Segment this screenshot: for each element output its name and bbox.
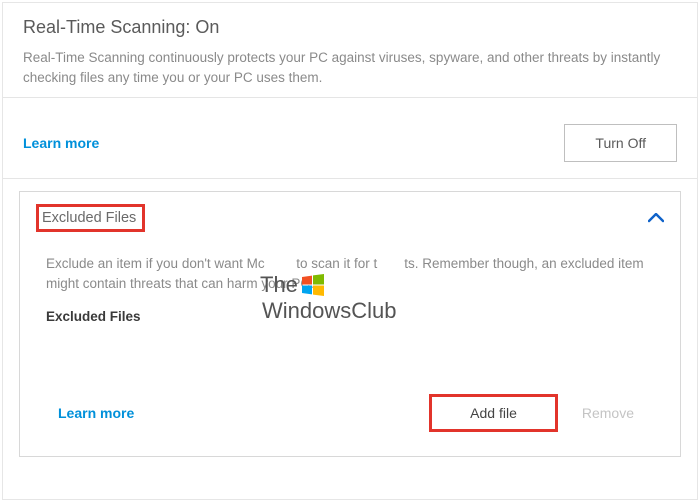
remove-button[interactable]: Remove xyxy=(582,405,634,421)
excluded-files-panel-body: Exclude an item if you don't want McAfee… xyxy=(20,244,680,456)
excluded-files-header-label: Excluded Files xyxy=(36,204,145,232)
excluded-files-list-label: Excluded Files xyxy=(46,309,654,324)
chevron-up-icon xyxy=(648,210,664,226)
excluded-files-description: Exclude an item if you don't want McAfee… xyxy=(46,254,654,293)
page-title: Real-Time Scanning: On xyxy=(23,17,677,38)
header-actions-row: Learn more Turn Off xyxy=(3,98,697,179)
page-description: Real-Time Scanning continuously protects… xyxy=(23,48,677,87)
turn-off-button[interactable]: Turn Off xyxy=(564,124,677,162)
settings-container: Real-Time Scanning: On Real-Time Scannin… xyxy=(2,2,698,500)
excluded-files-panel: Excluded Files Exclude an item if you do… xyxy=(19,191,681,457)
footer-right-group: Add file Remove xyxy=(429,394,634,432)
header-section: Real-Time Scanning: On Real-Time Scannin… xyxy=(3,3,697,98)
excluded-files-panel-header[interactable]: Excluded Files xyxy=(20,192,680,244)
excluded-files-panel-footer: Learn more Add file Remove xyxy=(46,364,654,438)
desc-part2: to scan it for t xyxy=(296,256,377,271)
excluded-learn-more-link[interactable]: Learn more xyxy=(58,405,134,421)
learn-more-link[interactable]: Learn more xyxy=(23,135,99,151)
desc-part1: Exclude an item if you don't want Mc xyxy=(46,256,265,271)
add-file-button[interactable]: Add file xyxy=(429,394,558,432)
